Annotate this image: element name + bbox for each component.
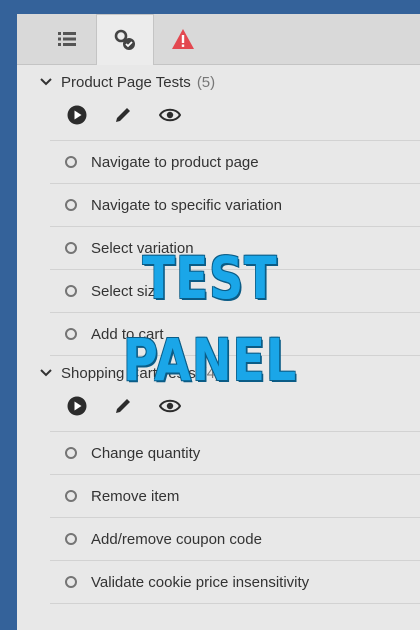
chevron-down-icon[interactable]: [39, 75, 53, 89]
view-button[interactable]: [159, 101, 205, 129]
test-group-product-page: Product Page Tests (5) Navigate to produ…: [17, 65, 420, 356]
list-item[interactable]: Add to cart: [50, 312, 420, 356]
warning-icon: [172, 29, 194, 49]
eye-icon: [159, 399, 181, 413]
status-ring-icon: [65, 576, 77, 588]
eye-icon: [159, 108, 181, 122]
test-list: Change quantity Remove item Add/remove c…: [17, 431, 420, 604]
test-panel: Product Page Tests (5) Navigate to produ…: [17, 14, 420, 630]
status-ring-icon: [65, 328, 77, 340]
test-group-shopping-cart: Shopping Cart Tests (4) Change quantity …: [17, 356, 420, 604]
pencil-icon: [116, 108, 130, 122]
group-actions: [17, 99, 420, 131]
view-button[interactable]: [159, 392, 205, 420]
list-item[interactable]: Remove item: [50, 474, 420, 517]
group-header[interactable]: Shopping Cart Tests (4): [17, 356, 420, 390]
list-item[interactable]: Validate cookie price insensitivity: [50, 560, 420, 604]
group-header[interactable]: Product Page Tests (5): [17, 65, 420, 99]
tab-tests[interactable]: [96, 14, 154, 65]
group-title: Product Page Tests: [61, 73, 191, 91]
list-item[interactable]: Add/remove coupon code: [50, 517, 420, 560]
edit-button[interactable]: [113, 392, 159, 420]
status-ring-icon: [65, 242, 77, 254]
group-count: (4): [201, 364, 221, 382]
group-actions: [17, 390, 420, 422]
play-icon: [67, 105, 87, 125]
list-item[interactable]: Select size: [50, 269, 420, 312]
status-ring-icon: [65, 490, 77, 502]
list-item[interactable]: Navigate to product page: [50, 140, 420, 183]
run-button[interactable]: [67, 392, 113, 420]
play-icon: [67, 396, 87, 416]
status-ring-icon: [65, 533, 77, 545]
chevron-down-icon[interactable]: [39, 366, 53, 380]
status-ring-icon: [65, 285, 77, 297]
status-ring-icon: [65, 199, 77, 211]
list-item[interactable]: Change quantity: [50, 431, 420, 474]
group-count: (5): [196, 73, 216, 91]
test-status-icon: [114, 29, 135, 50]
list-item[interactable]: Select variation: [50, 226, 420, 269]
list-icon: [58, 32, 76, 46]
pencil-icon: [116, 399, 130, 413]
test-list: Navigate to product page Navigate to spe…: [17, 140, 420, 356]
status-ring-icon: [65, 156, 77, 168]
edit-button[interactable]: [113, 101, 159, 129]
tab-list[interactable]: [38, 14, 96, 64]
group-title: Shopping Cart Tests: [61, 364, 196, 382]
tab-bar: [17, 14, 420, 65]
status-ring-icon: [65, 447, 77, 459]
tab-warnings[interactable]: [154, 14, 212, 64]
list-item[interactable]: Navigate to specific variation: [50, 183, 420, 226]
run-button[interactable]: [67, 101, 113, 129]
